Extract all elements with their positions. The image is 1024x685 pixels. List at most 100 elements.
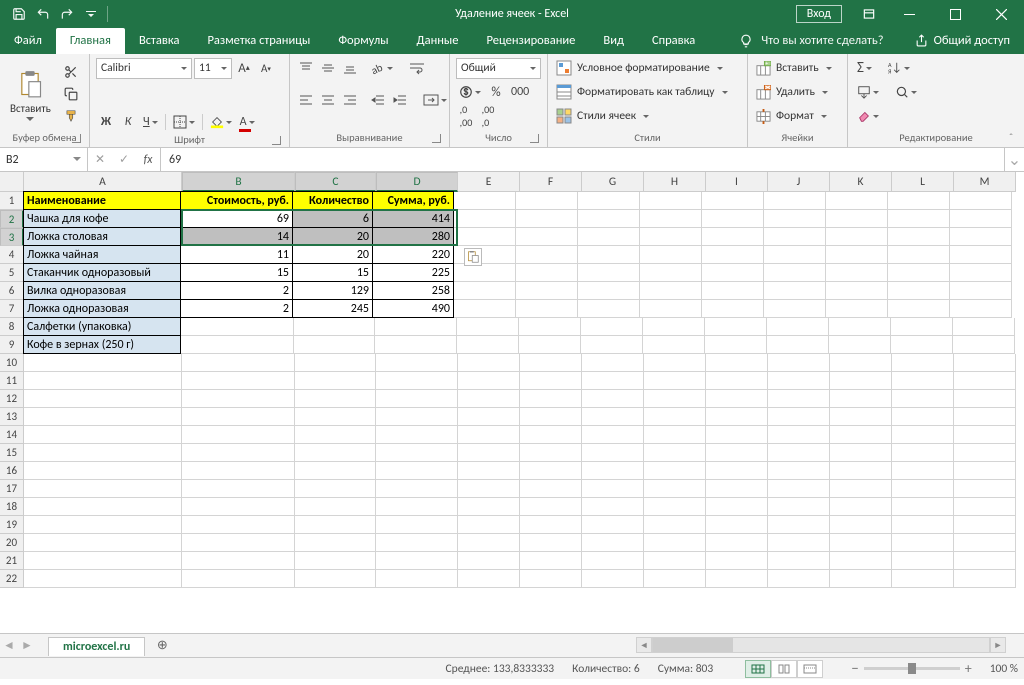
cell-K6[interactable] [826,282,888,300]
col-header-A[interactable]: A [24,172,182,192]
cell-B8[interactable] [181,318,294,336]
cell-C18[interactable] [295,498,376,516]
cell-L4[interactable] [888,246,950,264]
cell-G6[interactable] [578,282,640,300]
cell-I6[interactable] [702,282,764,300]
cell-M3[interactable] [950,228,1012,246]
cells-area[interactable]: НаименованиеСтоимость, руб.КоличествоСум… [24,192,1016,588]
increase-indent-button[interactable] [390,90,410,110]
cell-F1[interactable] [516,192,578,210]
cell-J2[interactable] [764,210,826,228]
row-header-1[interactable]: 1 [0,192,24,210]
cell-L20[interactable] [892,534,954,552]
cell-C13[interactable] [295,408,376,426]
cell-E12[interactable] [458,390,520,408]
fill-color-button[interactable] [207,112,235,132]
cell-C10[interactable] [295,354,376,372]
cell-H2[interactable] [640,210,702,228]
cell-D6[interactable]: 258 [372,281,454,300]
cell-D4[interactable]: 220 [372,245,454,264]
cell-L15[interactable] [892,444,954,462]
cell-L11[interactable] [892,372,954,390]
cell-K7[interactable] [826,300,888,318]
border-button[interactable] [170,112,198,132]
cell-H12[interactable] [644,390,706,408]
cell-L14[interactable] [892,426,954,444]
align-top-button[interactable] [296,58,316,78]
cell-G7[interactable] [578,300,640,318]
scroll-right-button[interactable]: ► [990,637,1006,653]
underline-button[interactable]: Ч [140,112,161,132]
cell-B20[interactable] [182,534,295,552]
col-header-F[interactable]: F [520,172,582,192]
cell-F21[interactable] [520,552,582,570]
cell-H15[interactable] [644,444,706,462]
cell-M18[interactable] [954,498,1016,516]
col-header-C[interactable]: C [295,172,376,192]
cell-H4[interactable] [640,246,702,264]
cell-D10[interactable] [376,354,458,372]
cell-L16[interactable] [892,462,954,480]
cell-C3[interactable]: 20 [292,227,373,246]
cell-A16[interactable] [24,462,182,480]
cell-J1[interactable] [764,192,826,210]
cell-D15[interactable] [376,444,458,462]
cell-I4[interactable] [702,246,764,264]
cell-E14[interactable] [458,426,520,444]
cell-C7[interactable]: 245 [292,299,373,318]
row-header-12[interactable]: 12 [0,390,24,408]
fx-button[interactable]: fx [136,153,160,167]
cell-G1[interactable] [578,192,640,210]
cell-K3[interactable] [826,228,888,246]
cell-G3[interactable] [578,228,640,246]
cell-C9[interactable] [294,336,375,354]
cell-I14[interactable] [706,426,768,444]
format-table-button[interactable]: Форматировать как таблицу [554,81,730,103]
cell-F12[interactable] [520,390,582,408]
cell-F2[interactable] [516,210,578,228]
row-header-8[interactable]: 8 [0,318,24,336]
cell-J22[interactable] [768,570,830,588]
cell-F22[interactable] [520,570,582,588]
cell-H1[interactable] [640,192,702,210]
row-header-10[interactable]: 10 [0,354,24,372]
cell-B13[interactable] [182,408,295,426]
cell-F13[interactable] [520,408,582,426]
cell-A2[interactable]: Чашка для кофе [23,209,181,228]
cell-H6[interactable] [640,282,702,300]
align-middle-button[interactable] [318,58,338,78]
cell-E2[interactable] [454,210,516,228]
spreadsheet-grid[interactable]: ABCDEFGHIJKLM 12345678910111213141516171… [0,172,1024,633]
cell-B22[interactable] [182,570,295,588]
cell-D7[interactable]: 490 [372,299,454,318]
cell-B3[interactable]: 14 [180,227,293,246]
cell-D21[interactable] [376,552,458,570]
cell-I16[interactable] [706,462,768,480]
name-box[interactable]: B2 [0,148,88,171]
cell-C8[interactable] [294,318,375,336]
add-sheet-button[interactable]: ⊕ [151,635,173,657]
cell-A1[interactable]: Наименование [23,191,181,210]
cell-G8[interactable] [581,318,643,336]
cell-A11[interactable] [24,372,182,390]
cell-H7[interactable] [640,300,702,318]
cell-K13[interactable] [830,408,892,426]
cell-E6[interactable] [454,282,516,300]
cell-F6[interactable] [516,282,578,300]
login-button[interactable]: Вход [796,5,842,23]
cell-B5[interactable]: 15 [180,263,293,282]
cell-M13[interactable] [954,408,1016,426]
ribbon-tab-Разметка страницы[interactable]: Разметка страницы [193,28,324,54]
row-header-11[interactable]: 11 [0,372,24,390]
cell-E17[interactable] [458,480,520,498]
cell-I1[interactable] [702,192,764,210]
enter-formula-button[interactable]: ✓ [112,152,136,167]
cell-J4[interactable] [764,246,826,264]
save-icon[interactable] [8,3,30,25]
cell-J14[interactable] [768,426,830,444]
fill-button[interactable] [854,82,882,102]
cell-G18[interactable] [582,498,644,516]
cell-H3[interactable] [640,228,702,246]
row-header-20[interactable]: 20 [0,534,24,552]
cell-E11[interactable] [458,372,520,390]
